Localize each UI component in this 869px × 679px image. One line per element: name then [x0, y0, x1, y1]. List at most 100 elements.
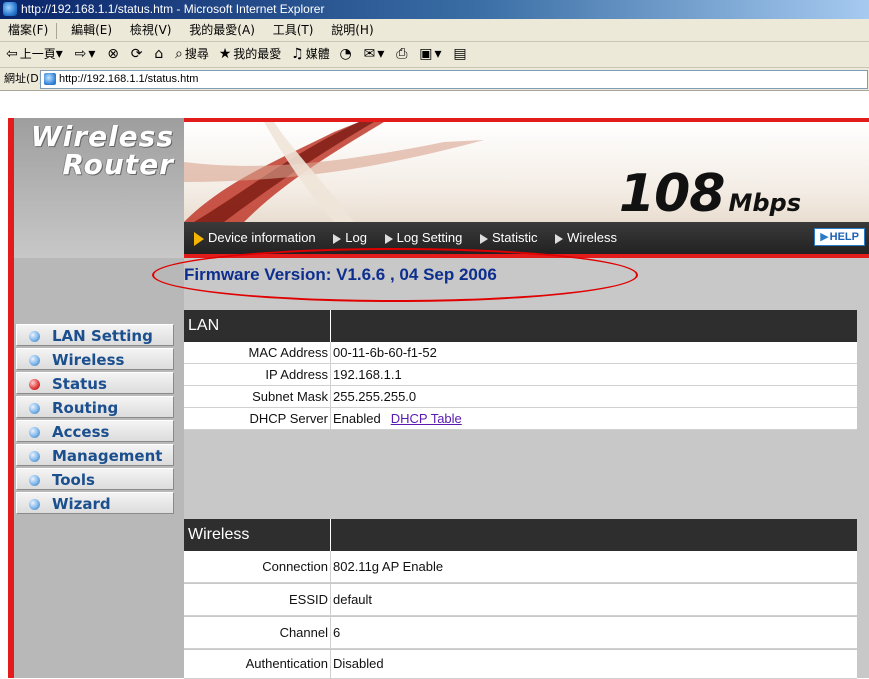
dhcp-table-link[interactable]: DHCP Table [391, 411, 462, 426]
media-button[interactable]: ♫ 媒體 [291, 42, 330, 67]
annotation-ellipse [152, 248, 638, 302]
word-icon: ▣ [419, 46, 433, 62]
router-logo: Wireless Router [14, 118, 184, 258]
menu-tools[interactable]: 工具(T) [273, 23, 314, 37]
ie-icon [3, 2, 17, 16]
row-label: Authentication [184, 650, 331, 678]
sidebar-item-status[interactable]: Status [16, 372, 174, 394]
discuss-button[interactable]: ▤ [453, 42, 468, 67]
bullet-icon [29, 403, 40, 414]
triangle-arrow-icon [384, 233, 393, 244]
refresh-icon: ⟳ [130, 46, 143, 62]
sidebar-item-wizard[interactable]: Wizard [16, 492, 174, 514]
row-value: 255.255.255.0 [333, 389, 417, 404]
back-arrow-icon: ⇦ [6, 46, 18, 62]
sidebar-item-management[interactable]: Management [16, 444, 174, 466]
triangle-arrow-icon [194, 231, 204, 246]
sidebar: Wireless Router LAN Setting Wireless Sta… [14, 118, 184, 678]
row-value: Enabled DHCP Table [333, 411, 462, 426]
stop-icon: ⊗ [107, 46, 119, 62]
row-label: Subnet Mask [184, 386, 331, 407]
table-row: Authentication Disabled [184, 650, 857, 679]
dropdown-icon[interactable]: ▾ [434, 42, 441, 67]
menu-help[interactable]: 說明(H) [331, 23, 373, 37]
menu-edit[interactable]: 編輯(E) [71, 23, 112, 37]
bullet-icon [29, 355, 40, 366]
bullet-icon [29, 427, 40, 438]
subnav-statistic[interactable]: Statistic [492, 222, 538, 254]
subnav-wireless[interactable]: Wireless [567, 222, 617, 254]
triangle-arrow-icon [555, 233, 564, 244]
address-bar: 網址(D) http://192.168.1.1/status.htm [0, 68, 869, 91]
sidebar-item-tools[interactable]: Tools [16, 468, 174, 490]
router-page: Wireless Router LAN Setting Wireless Sta… [8, 118, 869, 679]
back-button[interactable]: ⇦ 上一頁 ▾ [6, 42, 65, 67]
triangle-arrow-icon [480, 233, 489, 244]
dropdown-icon[interactable]: ▾ [377, 42, 384, 67]
home-button[interactable]: ⌂ [154, 42, 165, 67]
banner: 108 Mbps [184, 122, 869, 222]
sidebar-item-access[interactable]: Access [16, 420, 174, 442]
row-value: Disabled [333, 656, 384, 671]
menu-file[interactable]: 檔案(F) [8, 23, 48, 37]
menu-view[interactable]: 檢視(V) [130, 23, 172, 37]
window-titlebar: http://192.168.1.1/status.htm - Microsof… [0, 0, 869, 19]
lan-heading: LAN [184, 310, 331, 342]
table-row: Channel 6 [184, 617, 857, 649]
dropdown-icon[interactable]: ▾ [56, 42, 63, 67]
window-title: http://192.168.1.1/status.htm - Microsof… [21, 2, 325, 16]
subnav-bar: Device information Log Log Setting Stati… [184, 222, 869, 254]
logo-text-router: Router [62, 148, 174, 181]
bullet-icon [29, 451, 40, 462]
address-input[interactable]: http://192.168.1.1/status.htm [40, 70, 868, 89]
row-label: DHCP Server [184, 408, 331, 429]
search-button[interactable]: ⌕ 搜尋 [175, 42, 209, 67]
wireless-section-header: Wireless [184, 519, 857, 551]
active-bullet-icon [29, 379, 40, 390]
row-label: IP Address [184, 364, 331, 385]
help-arrow-icon: ▶ [820, 231, 829, 243]
history-button[interactable]: ◔ [340, 42, 354, 67]
row-label: MAC Address [184, 342, 331, 363]
favorites-button[interactable]: ★ 我的最愛 [219, 42, 282, 67]
sidebar-item-lan-setting[interactable]: LAN Setting [16, 324, 174, 346]
wireless-heading: Wireless [184, 519, 331, 551]
print-button[interactable]: ⎙ [396, 42, 409, 67]
speed-label: 108 Mbps [619, 164, 801, 222]
speed-unit: Mbps [728, 189, 801, 217]
row-value: 6 [333, 625, 341, 640]
home-icon: ⌂ [154, 46, 164, 62]
sidebar-nav: LAN Setting Wireless Status Routing Acce… [16, 324, 174, 516]
status-content: Firmware Version: V1.6.6 , 04 Sep 2006 L… [152, 248, 869, 679]
lan-section-header: LAN [184, 310, 857, 342]
bullet-icon [29, 475, 40, 486]
browser-toolbar: ⇦ 上一頁 ▾ ⇨ ▾ ⊗ ⟳ ⌂ ⌕ 搜尋 ★ 我的最愛 ♫ 媒體 ◔ ✉ ▾ ⎙ ▣ ▾ ▤ [0, 42, 869, 68]
page-icon [44, 73, 56, 85]
row-label: ESSID [184, 584, 331, 615]
triangle-arrow-icon [333, 233, 342, 244]
bullet-icon [29, 499, 40, 510]
search-icon: ⌕ [175, 46, 183, 62]
edit-button[interactable]: ▣ ▾ [419, 42, 443, 67]
page-icon: ▤ [453, 46, 467, 62]
forward-arrow-icon: ⇨ [74, 46, 87, 62]
help-button[interactable]: ▶HELP [814, 228, 865, 246]
history-icon: ◔ [339, 46, 352, 62]
row-value: 192.168.1.1 [333, 367, 402, 382]
sidebar-item-wireless[interactable]: Wireless [16, 348, 174, 370]
refresh-button[interactable]: ⟳ [131, 42, 145, 67]
address-value: http://192.168.1.1/status.htm [59, 73, 199, 85]
mail-button[interactable]: ✉ ▾ [364, 42, 387, 67]
stop-button[interactable]: ⊗ [107, 42, 121, 67]
menu-favorites[interactable]: 我的最愛(A) [189, 23, 255, 37]
table-row: ESSID default [184, 584, 857, 616]
speed-value: 108 [618, 164, 726, 222]
dropdown-icon[interactable]: ▾ [88, 42, 95, 67]
table-row: IP Address 192.168.1.1 [184, 364, 857, 386]
sidebar-item-routing[interactable]: Routing [16, 396, 174, 418]
bullet-icon [29, 331, 40, 342]
mail-icon: ✉ [363, 46, 376, 62]
row-value: 802.11g AP Enable [333, 559, 444, 574]
forward-button[interactable]: ⇨ ▾ [75, 42, 98, 67]
table-row: Subnet Mask 255.255.255.0 [184, 386, 857, 408]
